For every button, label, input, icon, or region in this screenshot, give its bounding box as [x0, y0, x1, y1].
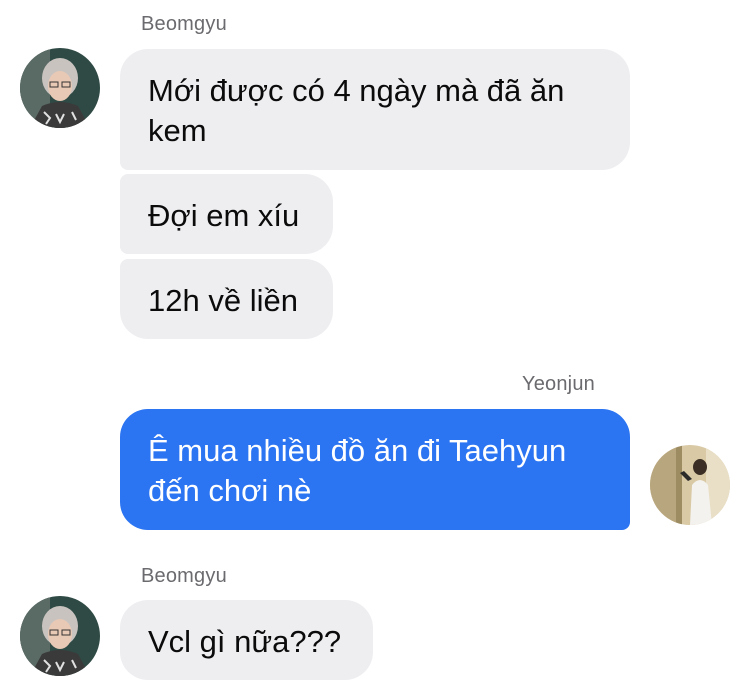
yeonjun-avatar[interactable] [650, 445, 730, 525]
avatar-photo-icon [20, 596, 100, 676]
beomgyu-avatar[interactable] [20, 596, 100, 676]
message-bubble-outgoing[interactable]: Ê mua nhiều đồ ăn đi Taehyun đến chơi nè [120, 409, 630, 530]
sender-name-beomgyu: Beomgyu [141, 565, 227, 587]
sender-name-beomgyu: Beomgyu [141, 13, 227, 35]
beomgyu-avatar[interactable] [20, 48, 100, 128]
message-bubble-incoming[interactable]: Đợi em xíu [120, 174, 333, 254]
message-bubble-incoming[interactable]: Vcl gì nữa??? [120, 600, 373, 680]
sender-name-yeonjun: Yeonjun [522, 373, 595, 395]
avatar-photo-icon [20, 48, 100, 128]
message-bubble-incoming[interactable]: Mới được có 4 ngày mà đã ăn kem [120, 49, 630, 170]
avatar-photo-icon [650, 445, 730, 525]
message-bubble-incoming[interactable]: 12h về liền [120, 259, 333, 339]
